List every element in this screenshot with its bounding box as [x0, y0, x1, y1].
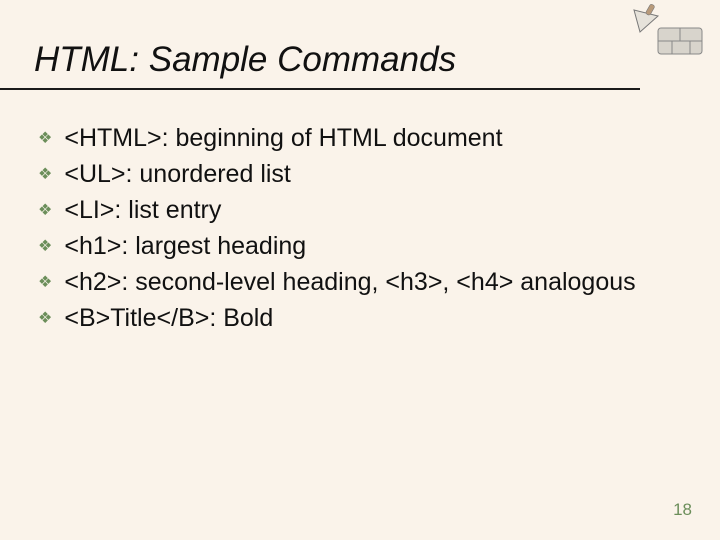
diamond-bullet-icon: ❖: [38, 302, 52, 335]
trowel-brick-icon: [628, 0, 706, 60]
list-item: ❖ <LI>: list entry: [38, 194, 690, 227]
bullet-list: ❖ <HTML>: beginning of HTML document ❖ <…: [0, 90, 720, 335]
list-item-text: <UL>: unordered list: [64, 158, 291, 191]
list-item-text: <B>Title</B>: Bold: [64, 302, 273, 335]
diamond-bullet-icon: ❖: [38, 194, 52, 227]
list-item-text: <LI>: list entry: [64, 194, 221, 227]
page-number: 18: [673, 500, 692, 520]
list-item: ❖ <h1>: largest heading: [38, 230, 690, 263]
title-container: HTML: Sample Commands: [0, 0, 640, 90]
list-item: ❖ <HTML>: beginning of HTML document: [38, 122, 690, 155]
list-item: ❖ <h2>: second-level heading, <h3>, <h4>…: [38, 266, 690, 299]
diamond-bullet-icon: ❖: [38, 122, 52, 155]
list-item-text: <h2>: second-level heading, <h3>, <h4> a…: [64, 266, 635, 299]
list-item: ❖ <UL>: unordered list: [38, 158, 690, 191]
slide-title: HTML: Sample Commands: [34, 40, 640, 80]
diamond-bullet-icon: ❖: [38, 230, 52, 263]
list-item: ❖ <B>Title</B>: Bold: [38, 302, 690, 335]
diamond-bullet-icon: ❖: [38, 158, 52, 191]
diamond-bullet-icon: ❖: [38, 266, 52, 299]
list-item-text: <HTML>: beginning of HTML document: [64, 122, 502, 155]
list-item-text: <h1>: largest heading: [64, 230, 306, 263]
